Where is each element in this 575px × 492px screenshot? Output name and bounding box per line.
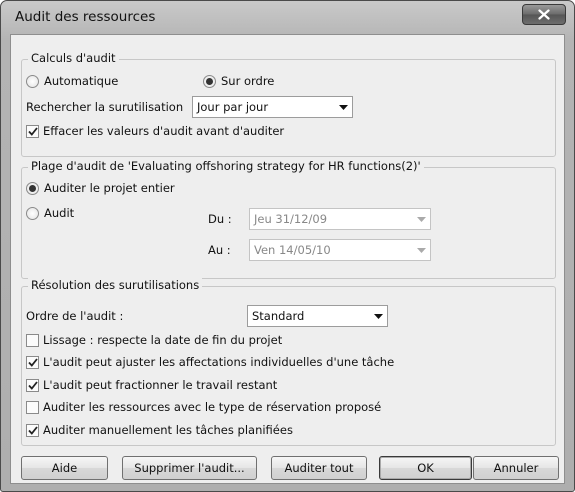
option-label-3: L'audit peut fractionner le travail rest…	[43, 378, 278, 392]
audit-order-value: Standard	[252, 309, 305, 323]
ok-button[interactable]: OK	[379, 456, 472, 480]
chevron-down-icon	[334, 104, 352, 110]
checkbox[interactable]	[26, 124, 39, 138]
search-overallocation-value: Jour par jour	[197, 100, 269, 114]
checkbox[interactable]	[26, 378, 39, 392]
radio-audit-range[interactable]: Audit	[26, 206, 74, 220]
from-date-value: Jeu 31/12/09	[254, 212, 328, 226]
close-icon	[538, 9, 550, 20]
radio-manual[interactable]: Sur ordre	[203, 74, 274, 88]
chevron-down-icon	[412, 247, 430, 253]
cancel-button[interactable]: Annuler	[473, 456, 559, 480]
audit-range-title: Plage d'audit de 'Evaluating offshoring …	[28, 159, 424, 173]
to-label: Au :	[208, 243, 231, 257]
checkbox[interactable]	[26, 355, 39, 369]
overallocation-resolution-title: Résolution des surutilisations	[28, 278, 203, 292]
clear-leveling-button[interactable]: Supprimer l'audit...	[122, 456, 257, 480]
radio-entire-project-label: Auditer le projet entier	[44, 181, 175, 195]
option-checkbox-5[interactable]: Auditer manuellement les tâches planifié…	[26, 423, 293, 437]
radio-button[interactable]	[26, 206, 39, 220]
dialog-body: Calculs d'audit Automatique Sur ordre Re…	[10, 34, 565, 484]
option-checkbox-2[interactable]: L'audit peut ajuster les affectations in…	[26, 355, 394, 369]
radio-automatic-label: Automatique	[44, 74, 119, 88]
title-bar[interactable]: Audit des ressources	[1, 1, 574, 33]
chevron-down-icon	[369, 313, 387, 319]
clear-values-checkbox[interactable]: Effacer les valeurs d'audit avant d'audi…	[26, 124, 284, 138]
close-button[interactable]	[522, 4, 566, 25]
from-label: Du :	[208, 212, 232, 226]
option-label-5: Auditer manuellement les tâches planifié…	[43, 423, 293, 437]
radio-manual-label: Sur ordre	[221, 74, 275, 88]
checkbox[interactable]	[26, 400, 39, 414]
radio-button-selected[interactable]	[26, 181, 39, 195]
option-label-2: L'audit peut ajuster les affectations in…	[43, 355, 395, 369]
dialog-window: Audit des ressources Calculs d'audit Aut…	[0, 0, 575, 492]
window-title: Audit des ressources	[15, 9, 156, 25]
radio-audit-range-label: Audit	[44, 206, 75, 220]
checkbox[interactable]	[26, 333, 39, 347]
option-label-1: Lissage : respecte la date de fin du pro…	[43, 333, 283, 347]
audit-calculation-group: Calculs d'audit Automatique Sur ordre Re…	[21, 51, 556, 157]
level-all-button[interactable]: Auditer tout	[271, 456, 367, 480]
audit-order-label: Ordre de l'audit :	[26, 309, 124, 323]
audit-calculation-title: Calculs d'audit	[28, 51, 119, 65]
option-checkbox-4[interactable]: Auditer les ressources avec le type de r…	[26, 400, 381, 414]
option-checkbox-1[interactable]: Lissage : respecte la date de fin du pro…	[26, 333, 282, 347]
search-overallocation-label: Rechercher la surutilisation	[26, 100, 184, 114]
radio-button-selected[interactable]	[203, 74, 216, 88]
option-checkbox-3[interactable]: L'audit peut fractionner le travail rest…	[26, 378, 277, 392]
clear-values-label: Effacer les valeurs d'audit avant d'audi…	[43, 124, 285, 138]
audit-range-group: Plage d'audit de 'Evaluating offshoring …	[21, 159, 556, 279]
radio-button[interactable]	[26, 74, 39, 88]
radio-automatic[interactable]: Automatique	[26, 74, 118, 88]
from-date-select[interactable]: Jeu 31/12/09	[249, 208, 431, 230]
radio-entire-project[interactable]: Auditer le projet entier	[26, 181, 175, 195]
audit-order-select[interactable]: Standard	[247, 305, 388, 327]
help-button[interactable]: Aide	[21, 456, 108, 480]
chevron-down-icon	[412, 216, 430, 222]
search-overallocation-select[interactable]: Jour par jour	[192, 96, 353, 118]
option-label-4: Auditer les ressources avec le type de r…	[43, 400, 382, 414]
checkbox[interactable]	[26, 423, 39, 437]
to-date-select[interactable]: Ven 14/05/10	[249, 239, 431, 261]
overallocation-resolution-group: Résolution des surutilisations Ordre de …	[21, 278, 556, 446]
to-date-value: Ven 14/05/10	[254, 243, 331, 257]
